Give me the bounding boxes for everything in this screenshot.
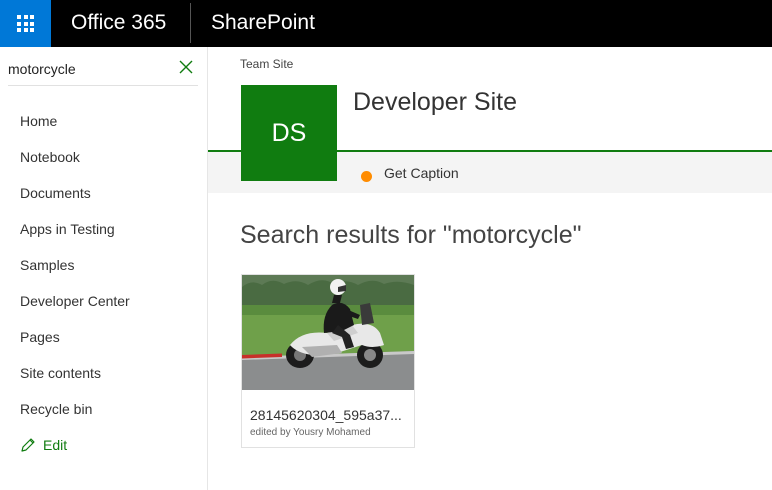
motorcycle-photo[interactable] [242,275,414,390]
nav-item-site-contents[interactable]: Site contents [0,355,207,391]
waffle-button[interactable] [0,0,51,47]
result-card[interactable]: 28145620304_595a37... edited by Yousry M… [241,274,415,448]
result-title[interactable]: 28145620304_595a37... [250,407,410,423]
nav-item-notebook[interactable]: Notebook [0,139,207,175]
sharepoint-app-name[interactable]: SharePoint [211,9,315,37]
nav-item-home[interactable]: Home [0,103,207,139]
close-icon[interactable] [178,59,194,75]
status-dot-icon [361,171,372,182]
results-heading: Search results for "motorcycle" [240,221,582,249]
result-meta: edited by Yousry Mohamed [250,427,371,438]
nav-item-documents[interactable]: Documents [0,175,207,211]
waffle-icon [17,15,34,32]
nav-item-developer-center[interactable]: Developer Center [0,283,207,319]
office-365-brand[interactable]: Office 365 [71,9,166,37]
breadcrumb[interactable]: Team Site [240,57,293,71]
nav-item-samples[interactable]: Samples [0,247,207,283]
nav-list: Home Notebook Documents Apps in Testing … [0,103,207,463]
nav-item-pages[interactable]: Pages [0,319,207,355]
site-title[interactable]: Developer Site [353,88,517,117]
nav-item-apps-in-testing[interactable]: Apps in Testing [0,211,207,247]
nav-item-recycle-bin[interactable]: Recycle bin [0,391,207,427]
nav-edit-link[interactable]: Edit [0,427,207,463]
pencil-icon [20,437,43,453]
suite-divider [190,3,191,43]
site-logo[interactable]: DS [241,85,337,181]
edit-label: Edit [43,437,68,453]
search-box [8,56,198,86]
get-caption-button[interactable]: Get Caption [384,165,459,181]
suite-bar: Office 365 SharePoint [0,0,772,47]
search-input[interactable] [8,58,168,80]
left-nav: Home Notebook Documents Apps in Testing … [0,47,208,490]
